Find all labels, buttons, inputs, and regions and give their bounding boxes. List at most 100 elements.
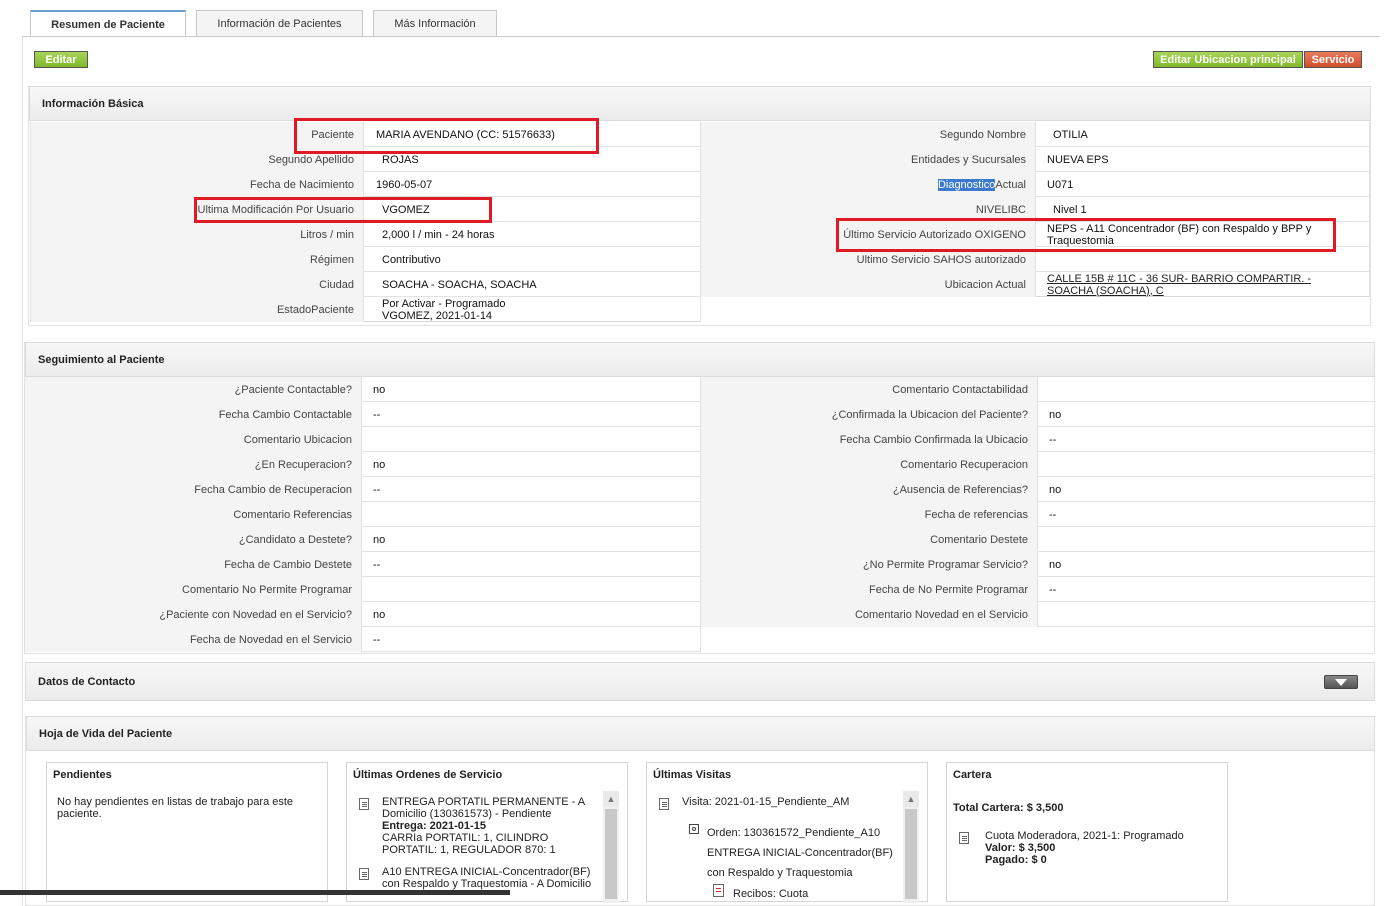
seguimiento-row: ¿En Recuperacion? no bbox=[25, 452, 700, 477]
seguimiento-value: no bbox=[373, 383, 386, 396]
ordenes-title: Últimas Ordenes de Servicio bbox=[353, 769, 503, 781]
scroll-thumb[interactable] bbox=[905, 809, 917, 899]
row-litros-min: Litros / min 2,000 l / min - 24 horas bbox=[30, 222, 700, 247]
seguimiento-label: ¿No Permite Programar Servicio? bbox=[701, 552, 1038, 577]
seguimiento-row: Comentario Referencias bbox=[25, 502, 700, 527]
ordenes-scrollbar[interactable]: ▲ bbox=[603, 791, 619, 903]
annotation-box-ultima-modificacion bbox=[194, 197, 492, 223]
seguimiento-label: Fecha Cambio Confirmada la Ubicacio bbox=[701, 427, 1038, 452]
seguimiento-label: Comentario Contactabilidad bbox=[701, 377, 1038, 402]
label-estado-paciente: EstadoPaciente bbox=[30, 297, 364, 322]
tab-mas-informacion[interactable]: Más Información bbox=[373, 10, 497, 36]
chevron-down-icon bbox=[1335, 678, 1347, 686]
tab-informacion-pacientes[interactable]: Información de Pacientes bbox=[196, 10, 363, 36]
row-estado-paciente: EstadoPaciente Por Activar - Programado … bbox=[30, 297, 700, 322]
value-estado-paciente: Por Activar - Programado VGOMEZ, 2021-01… bbox=[382, 297, 692, 322]
ubicacion-actual-link[interactable]: CALLE 15B # 11C - 36 SUR- BARRIO COMPART… bbox=[1047, 272, 1365, 297]
cartera-valor: Valor: $ 3,500 bbox=[985, 842, 1056, 854]
label-ubicacion-actual: Ubicacion Actual bbox=[701, 272, 1036, 297]
value-ciudad: SOACHA - SOACHA, SOACHA bbox=[382, 278, 537, 291]
seguimiento-value bbox=[373, 502, 673, 527]
orden1-line-1: ENTREGA PORTATIL PERMANENTE - A bbox=[382, 796, 586, 808]
pendientes-line-1: No hay pendientes en listas de trabajo p… bbox=[57, 796, 294, 808]
editar-ubicacion-button[interactable]: Editar Ubicacion principal bbox=[1153, 51, 1303, 68]
seguimiento-value: no bbox=[1049, 558, 1062, 571]
seguimiento-row: Fecha de Novedad en el Servicio -- bbox=[25, 627, 700, 652]
seguimiento-value bbox=[1049, 377, 1349, 402]
seguimiento-row: Comentario Ubicacion bbox=[25, 427, 700, 452]
diagnostico-label-rest: Actual bbox=[995, 178, 1026, 191]
seguimiento-label: ¿Paciente Contactable? bbox=[25, 377, 362, 402]
seguimiento-value bbox=[1049, 527, 1349, 552]
visita-orden[interactable]: Orden: 130361572_Pendiente_A10 ENTREGA I… bbox=[707, 823, 897, 883]
label-fecha-nacimiento: Fecha de Nacimiento bbox=[30, 172, 364, 197]
recibo-icon bbox=[713, 884, 724, 897]
scroll-up-arrow-icon[interactable]: ▲ bbox=[903, 791, 919, 807]
seguimiento-value: -- bbox=[1049, 508, 1057, 521]
label-diagnostico: Diagnostico Actual bbox=[701, 172, 1036, 197]
visita-item[interactable]: Visita: 2021-01-15_Pendiente_AM bbox=[682, 796, 849, 808]
ubicacion-line-1[interactable]: CALLE 15B # 11C - 36 SUR- BARRIO COMPART… bbox=[1047, 273, 1311, 285]
value-entidades: NUEVA EPS bbox=[1047, 153, 1109, 166]
row-diagnostico: Diagnostico Actual U071 bbox=[701, 172, 1370, 197]
seguimiento-row: Fecha de No Permite Programar -- bbox=[701, 577, 1375, 602]
seguimiento-row: Comentario No Permite Programar bbox=[25, 577, 700, 602]
seguimiento-value: no bbox=[1049, 483, 1062, 496]
seguimiento-label: ¿Paciente con Novedad en el Servicio? bbox=[25, 602, 362, 627]
left-border bbox=[30, 122, 31, 322]
pendientes-line-2: paciente. bbox=[57, 808, 102, 820]
annotation-box-ultimo-servicio bbox=[836, 218, 1336, 252]
row-regimen: Régimen Contributivo bbox=[30, 247, 700, 272]
orden1-line-3: Entrega: 2021-01-15 bbox=[382, 820, 486, 832]
seguimiento-value bbox=[1049, 452, 1349, 477]
seguimiento-value: -- bbox=[373, 408, 381, 421]
visitas-card: Últimas Visitas Visita: 2021-01-15_Pendi… bbox=[646, 762, 928, 903]
datos-contacto-header[interactable]: Datos de Contacto bbox=[25, 662, 1375, 701]
orden1-line-5: PORTATIL: 1, REGULADOR 870: 1 bbox=[382, 844, 556, 856]
pendientes-title: Pendientes bbox=[53, 769, 112, 781]
servicio-button[interactable]: Servicio bbox=[1304, 51, 1362, 68]
seguimiento-row: ¿Paciente Contactable? no bbox=[25, 377, 700, 402]
seguimiento-row: ¿No Permite Programar Servicio? no bbox=[701, 552, 1375, 577]
seguimiento-value: no bbox=[1049, 408, 1062, 421]
seguimiento-value: -- bbox=[373, 558, 381, 571]
orden-square-icon bbox=[689, 824, 699, 834]
document-icon bbox=[359, 798, 369, 810]
visita-orden-line-1: Orden: 130361572_Pendiente_A10 bbox=[707, 827, 881, 839]
expand-toggle-button[interactable] bbox=[1324, 675, 1358, 689]
row-ubicacion-actual: Ubicacion Actual CALLE 15B # 11C - 36 SU… bbox=[701, 272, 1370, 297]
seguimiento-label: Comentario Referencias bbox=[25, 502, 362, 527]
cartera-pagado: Pagado: $ 0 bbox=[985, 854, 1047, 866]
scroll-thumb[interactable] bbox=[605, 809, 617, 899]
scroll-up-arrow-icon[interactable]: ▲ bbox=[603, 791, 619, 807]
seguimiento-label: Fecha de Cambio Destete bbox=[25, 552, 362, 577]
editar-button[interactable]: Editar bbox=[34, 51, 88, 68]
label-segundo-nombre: Segundo Nombre bbox=[701, 122, 1036, 147]
seguimiento-row: ¿Ausencia de Referencias? no bbox=[701, 477, 1375, 502]
row-ciudad: Ciudad SOACHA - SOACHA, SOACHA bbox=[30, 272, 700, 297]
seguimiento-label: Comentario No Permite Programar bbox=[25, 577, 362, 602]
seguimiento-label: ¿Ausencia de Referencias? bbox=[701, 477, 1038, 502]
ubicacion-line-2[interactable]: SOACHA (SOACHA), C bbox=[1047, 285, 1164, 297]
seguimiento-title: Seguimiento al Paciente bbox=[25, 342, 1375, 377]
cartera-item: Cuota Moderadora, 2021-1: Programado Val… bbox=[985, 830, 1215, 866]
orden-item-2[interactable]: A10 ENTREGA INICIAL-Concentrador(BF) con… bbox=[382, 866, 597, 890]
row-segundo-nombre: Segundo Nombre OTILIA bbox=[701, 122, 1370, 147]
seguimiento-value: -- bbox=[1049, 583, 1057, 596]
visitas-scrollbar[interactable]: ▲ bbox=[903, 791, 919, 903]
seguimiento-row: Fecha Cambio Contactable -- bbox=[25, 402, 700, 427]
seguimiento-row: ¿Candidato a Destete? no bbox=[25, 527, 700, 552]
seguimiento-label: Comentario Destete bbox=[701, 527, 1038, 552]
seguimiento-row: Comentario Novedad en el Servicio bbox=[701, 602, 1375, 627]
pendientes-card: Pendientes No hay pendientes en listas d… bbox=[46, 762, 328, 902]
seguimiento-value bbox=[373, 427, 673, 452]
seguimiento-col-divider bbox=[700, 377, 701, 652]
orden2-line-2: con Respaldo y Traquestomia - A Domicili… bbox=[382, 878, 592, 890]
tab-resumen-paciente[interactable]: Resumen de Paciente bbox=[30, 10, 186, 37]
value-regimen: Contributivo bbox=[382, 253, 441, 266]
basic-info-title: Información Básica bbox=[29, 86, 1371, 121]
orden-item-1[interactable]: ENTREGA PORTATIL PERMANENTE - A Domicili… bbox=[382, 796, 597, 856]
seguimiento-value: -- bbox=[373, 483, 381, 496]
row-entidades: Entidades y Sucursales NUEVA EPS bbox=[701, 147, 1370, 172]
seguimiento-row: Fecha Cambio Confirmada la Ubicacio -- bbox=[701, 427, 1375, 452]
